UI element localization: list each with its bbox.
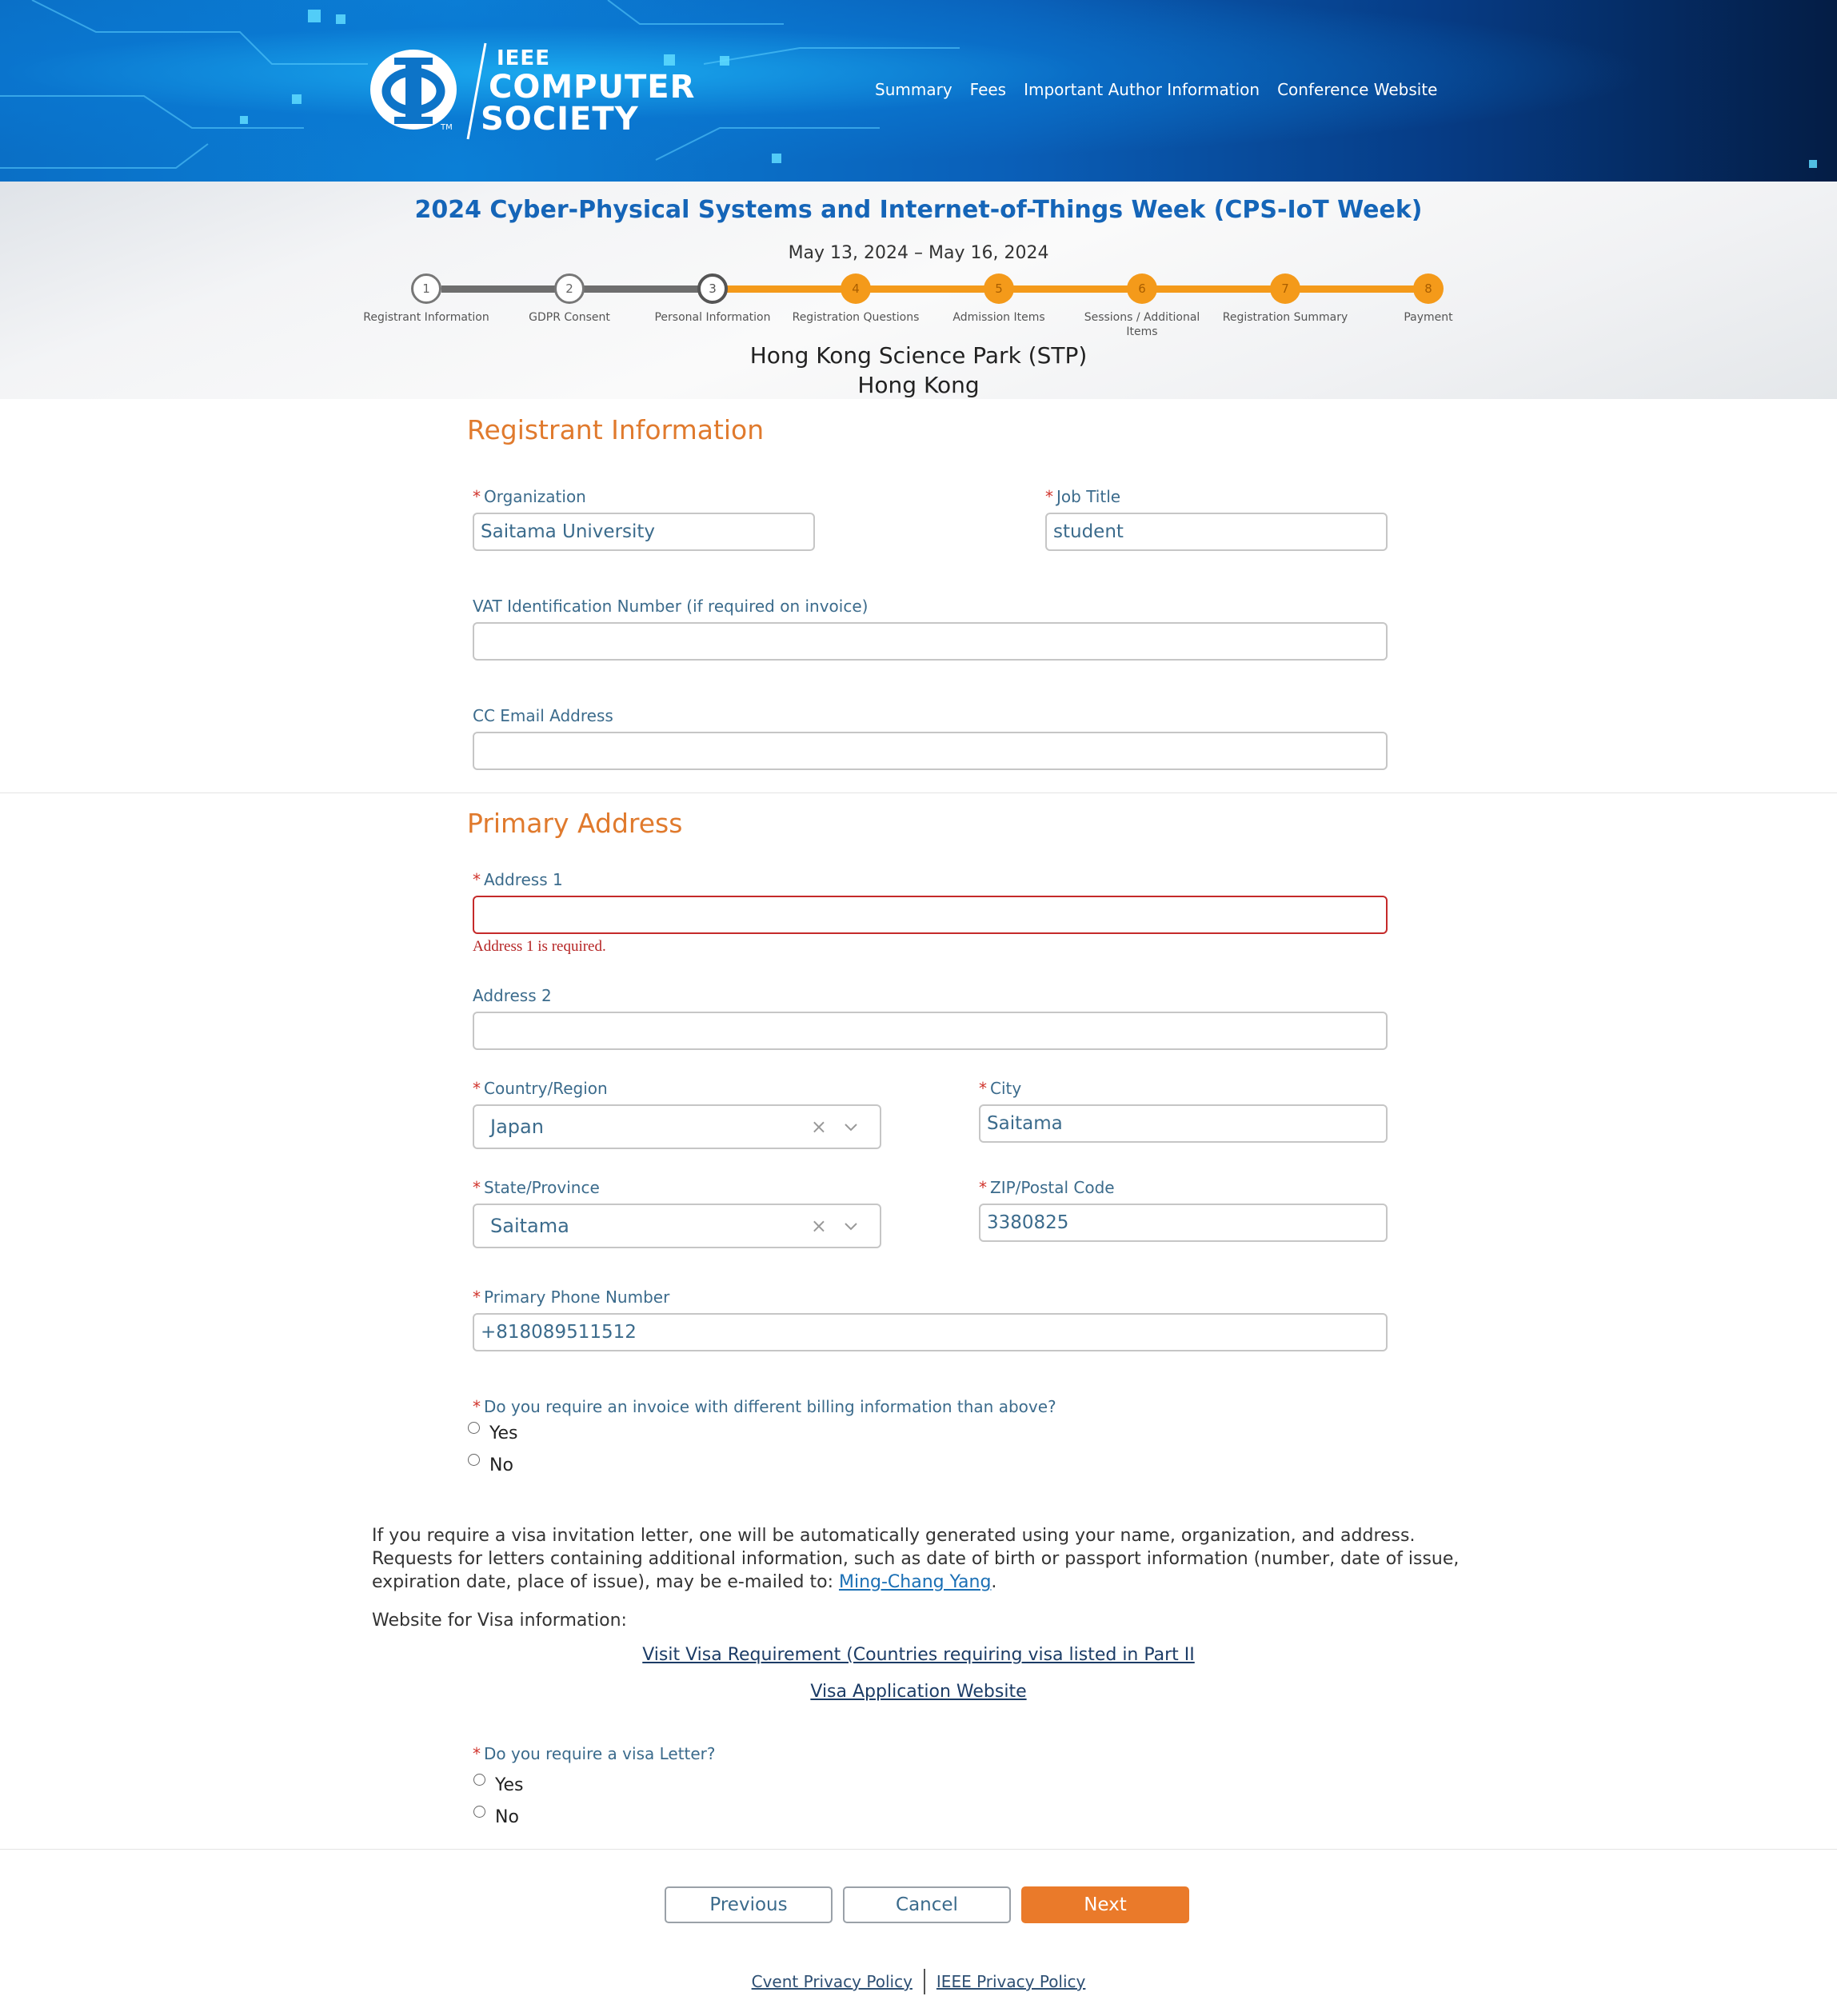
nav-important-author-information[interactable]: Important Author Information [1024,80,1260,99]
address2-label: Address 2 [473,986,552,1005]
organization-label: * Organization [473,487,586,506]
step-number: 7 [1270,273,1300,304]
cc-email-input[interactable] [473,732,1388,770]
cc-email-label: CC Email Address [473,706,613,725]
radio-button[interactable] [473,1806,485,1818]
zip-label: * ZIP/Postal Code [979,1178,1115,1197]
step-label: Admission Items [952,311,1045,324]
top-navigation: Summary Fees Important Author Informatio… [875,80,1437,99]
next-button[interactable]: Next [1021,1886,1189,1923]
trademark-mark: TM [441,123,453,132]
step-sessions-additional-items: 6 Sessions / Additional Items [1070,273,1214,339]
visa-application-link-row: Visa Application Website [0,1682,1837,1702]
step-label: Sessions / Additional Items [1084,311,1200,338]
step-registration-questions: 4 Registration Questions [784,273,928,325]
billing-question-label: * Do you require an invoice with differen… [473,1397,1056,1416]
nav-fees[interactable]: Fees [970,80,1006,99]
address2-input[interactable] [473,1012,1388,1050]
billing-option-yes[interactable]: Yes [468,1422,518,1443]
ieee-emblem-icon [370,50,457,130]
phone-input[interactable]: +818089511512 [473,1313,1388,1351]
venue-name: Hong Kong Science Park (STP) [749,342,1088,369]
section-divider [0,1849,1837,1850]
step-label: Payment [1404,311,1453,324]
step-label: GDPR Consent [529,311,610,324]
section-title-registrant-information: Registrant Information [467,414,765,445]
logo-ieee-text: IEEE [497,46,550,70]
step-payment: 8 Payment [1356,273,1500,325]
step-admission-items: 5 Admission Items [927,273,1071,325]
visa-letter-option-no[interactable]: No [473,1806,519,1827]
venue-city: Hong Kong [857,372,980,398]
section-divider [0,792,1837,793]
step-number: 6 [1127,273,1157,304]
visa-letter-question: * Do you require a visa Letter? [473,1744,716,1763]
address1-input[interactable] [473,896,1388,934]
billing-option-no[interactable]: No [468,1454,513,1475]
country-label: * Country/Region [473,1079,608,1098]
nav-conference-website[interactable]: Conference Website [1277,80,1437,99]
cvent-privacy-policy-link[interactable]: Cvent Privacy Policy [752,1972,913,1991]
event-venue: Hong Kong Science Park (STP) Hong Kong [0,341,1837,400]
step-label: Registration Questions [792,311,920,324]
section-title-primary-address: Primary Address [467,808,683,839]
step-registration-summary: 7 Registration Summary [1213,273,1357,325]
visa-contact-link[interactable]: Ming-Chang Yang [839,1572,991,1592]
ieee-computer-society-logo[interactable]: TM IEEE COMPUTER SOCIETY [370,42,694,142]
step-label: Registration Summary [1222,311,1348,324]
visa-application-link[interactable]: Visa Application Website [810,1682,1026,1702]
step-gdpr-consent[interactable]: 2 GDPR Consent [497,273,641,325]
radio-button[interactable] [473,1774,485,1786]
city-input[interactable]: Saitama [979,1104,1388,1143]
state-label: * State/Province [473,1178,600,1197]
footer-links: Cvent Privacy Policy IEEE Privacy Policy [0,1969,1837,1994]
ieee-privacy-policy-link[interactable]: IEEE Privacy Policy [936,1972,1085,1991]
step-label: Registrant Information [363,311,489,324]
step-registrant-information[interactable]: 1 Registrant Information [354,273,498,325]
step-label: Personal Information [654,311,771,324]
footer-separator [923,1969,925,1994]
visa-info-paragraph: If you require a visa invitation letter,… [372,1526,1460,1592]
state-selected-value: Saitama [490,1215,569,1237]
visa-website-label: Website for Visa information: [372,1611,627,1631]
job-title-input[interactable]: student [1045,513,1388,551]
phone-label: * Primary Phone Number [473,1287,670,1307]
header-banner: TM IEEE COMPUTER SOCIETY Summary Fees Im… [0,0,1837,182]
step-personal-information[interactable]: 3 Personal Information [641,273,785,325]
step-number: 4 [841,273,871,304]
vat-input[interactable] [473,622,1388,661]
radio-button[interactable] [468,1454,480,1466]
chevron-down-icon[interactable] [843,1119,859,1135]
zip-input[interactable]: 3380825 [979,1204,1388,1242]
visa-requirement-link[interactable]: Visit Visa Requirement (Countries requir… [642,1645,1195,1665]
vat-label: VAT Identification Number (if required o… [473,597,869,616]
clear-icon[interactable]: × [811,1116,827,1138]
event-title: 2024 Cyber-Physical Systems and Internet… [414,196,1423,224]
step-number: 8 [1413,273,1444,304]
country-selected-value: Japan [490,1116,544,1138]
job-title-label: * Job Title [1045,487,1121,506]
clear-icon[interactable]: × [811,1215,827,1237]
chevron-down-icon[interactable] [843,1218,859,1234]
radio-button[interactable] [468,1422,480,1434]
cancel-button[interactable]: Cancel [843,1886,1011,1923]
state-select[interactable]: Saitama × [473,1204,881,1248]
step-number: 5 [984,273,1014,304]
visa-requirement-link-row: Visit Visa Requirement (Countries requir… [0,1645,1837,1665]
step-number: 2 [554,273,585,304]
logo-society-text: SOCIETY [481,101,639,138]
step-number: 3 [697,273,728,304]
address1-error-message: Address 1 is required. [473,938,606,955]
event-dates: May 13, 2024 – May 16, 2024 [788,243,1049,263]
address1-label: * Address 1 [473,870,563,889]
country-select[interactable]: Japan × [473,1104,881,1149]
previous-button[interactable]: Previous [665,1886,833,1923]
organization-input[interactable]: Saitama University [473,513,815,551]
city-label: * City [979,1079,1022,1098]
visa-letter-option-yes[interactable]: Yes [473,1774,524,1795]
step-number: 1 [411,273,441,304]
nav-summary[interactable]: Summary [875,80,952,99]
